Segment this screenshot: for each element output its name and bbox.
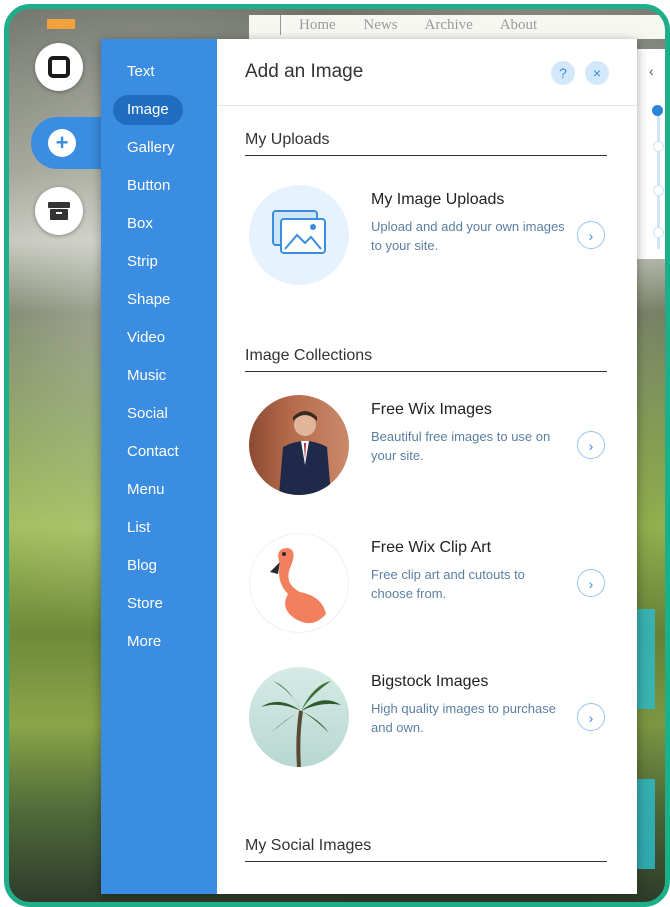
item-title: Free Wix Images: [371, 401, 492, 418]
category-strip[interactable]: Strip: [113, 247, 172, 277]
category-store[interactable]: Store: [113, 589, 177, 619]
chevron-left-icon[interactable]: ‹: [649, 63, 654, 79]
businessman-photo-icon: [279, 411, 331, 495]
palm-tree-icon: [261, 681, 341, 767]
section-my-social-images: My Social Images: [245, 837, 607, 862]
category-contact[interactable]: Contact: [113, 437, 193, 467]
page-navigator[interactable]: ‹: [637, 49, 665, 259]
bigstock-thumbnail: [249, 667, 349, 767]
navigator-current-dot[interactable]: [652, 105, 663, 116]
category-video[interactable]: Video: [113, 323, 179, 353]
section-image-collections: Image Collections: [245, 347, 607, 372]
close-button[interactable]: ×: [585, 61, 609, 85]
panel-title: Add an Image: [245, 61, 364, 82]
add-panel: Text Image Gallery Button Box Strip Shap…: [101, 39, 637, 894]
item-free-wix-clip-art[interactable]: Free Wix Clip Art Free clip art and cuto…: [245, 533, 607, 637]
item-description: Beautiful free images to use on your sit…: [371, 429, 551, 463]
item-title: Free Wix Clip Art: [371, 539, 492, 556]
site-logo-fragment: [47, 19, 75, 29]
chevron-right-icon[interactable]: ›: [577, 431, 605, 459]
category-shape[interactable]: Shape: [113, 285, 184, 315]
add-button[interactable]: +: [31, 117, 101, 169]
chevron-right-icon[interactable]: ›: [577, 703, 605, 731]
background-button[interactable]: [35, 43, 83, 91]
app-market-button[interactable]: [35, 187, 83, 235]
category-music[interactable]: Music: [113, 361, 180, 391]
category-text[interactable]: Text: [113, 57, 169, 87]
category-list: Text Image Gallery Button Box Strip Shap…: [101, 39, 217, 894]
item-my-image-uploads[interactable]: My Image Uploads Upload and add your own…: [245, 185, 607, 289]
item-title: My Image Uploads: [371, 191, 505, 208]
navigator-dot[interactable]: [653, 185, 664, 196]
image-upload-icon: [272, 210, 326, 254]
item-title: Bigstock Images: [371, 673, 489, 690]
editor-left-toolbar: +: [31, 39, 101, 249]
category-button[interactable]: Button: [113, 171, 184, 201]
navigator-dot[interactable]: [653, 141, 664, 152]
screenshot-frame: Home News Archive About ‹ + Text Image G…: [4, 4, 670, 907]
navigator-dot[interactable]: [653, 227, 664, 238]
square-icon: [48, 56, 70, 78]
category-image[interactable]: Image: [113, 95, 183, 125]
panel-content: Add an Image ? × My Uploads My Image Upl…: [217, 39, 637, 894]
item-description: Free clip art and cutouts to choose from…: [371, 567, 525, 601]
flamingo-icon: [270, 548, 326, 624]
chevron-right-icon[interactable]: ›: [577, 569, 605, 597]
category-blog[interactable]: Blog: [113, 551, 171, 581]
item-description: Upload and add your own images to your s…: [371, 219, 565, 253]
item-free-wix-images[interactable]: Free Wix Images Beautiful free images to…: [245, 395, 607, 499]
category-gallery[interactable]: Gallery: [113, 133, 189, 163]
section-my-uploads: My Uploads: [245, 131, 607, 156]
panel-header: Add an Image ? ×: [217, 39, 637, 106]
header-divider: [280, 15, 281, 35]
item-bigstock-images[interactable]: Bigstock Images High quality images to p…: [245, 667, 607, 771]
category-social[interactable]: Social: [113, 399, 182, 429]
category-list[interactable]: List: [113, 513, 164, 543]
site-top-nav: Home News Archive About: [299, 17, 538, 33]
category-menu[interactable]: Menu: [113, 475, 179, 505]
store-icon: [48, 202, 70, 220]
plus-icon: +: [48, 129, 76, 157]
item-description: High quality images to purchase and own.: [371, 701, 556, 735]
uploads-thumbnail: [249, 185, 349, 285]
category-more[interactable]: More: [113, 627, 175, 657]
chevron-right-icon[interactable]: ›: [577, 221, 605, 249]
help-button[interactable]: ?: [551, 61, 575, 85]
free-wix-images-thumbnail: [249, 395, 349, 495]
category-box[interactable]: Box: [113, 209, 167, 239]
clip-art-thumbnail: [249, 533, 349, 633]
